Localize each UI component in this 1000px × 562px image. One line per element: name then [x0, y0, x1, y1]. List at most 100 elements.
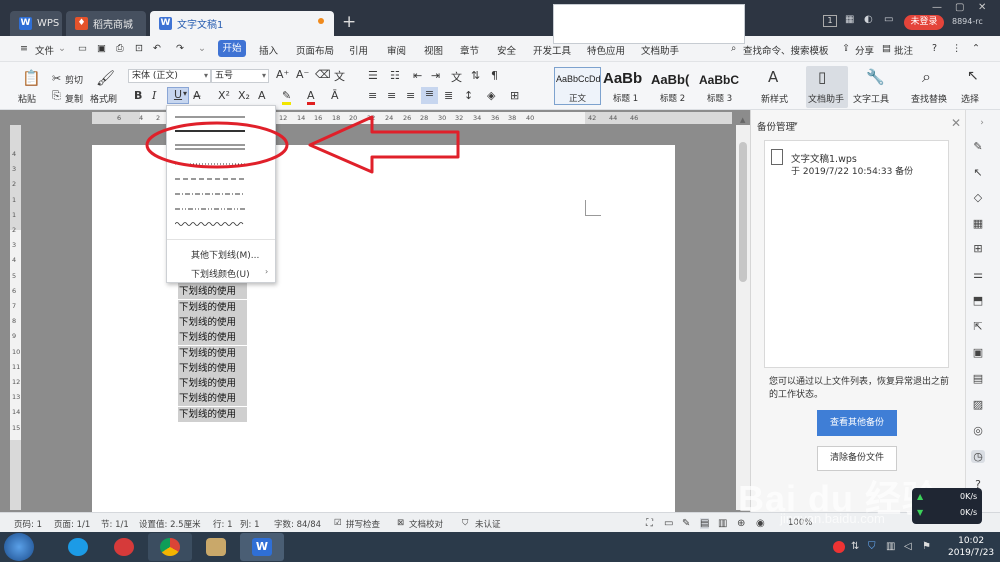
underline-single[interactable]	[175, 114, 245, 120]
shading-icon[interactable]: ◈	[487, 89, 495, 102]
tray-signal-icon[interactable]: ▥	[886, 541, 895, 552]
tab-security[interactable]: 安全	[497, 43, 516, 57]
tab-start[interactable]: 开始	[218, 40, 246, 57]
document-line[interactable]: 下划线的使用	[178, 345, 247, 361]
fullscreen-icon[interactable]: ⛶	[646, 518, 653, 529]
reading-view-icon[interactable]: ▥	[718, 518, 727, 529]
spell-check-button[interactable]: 拼写检查	[346, 518, 380, 530]
style-name[interactable]: 正文	[569, 92, 586, 104]
decrease-indent-icon[interactable]: ⇤	[413, 69, 422, 82]
taskbar-app-chrome[interactable]	[148, 533, 192, 561]
underline-dashed[interactable]	[175, 176, 245, 182]
underline-dash-dot-dot[interactable]	[175, 206, 245, 212]
subscript-button[interactable]: X₂	[238, 89, 250, 102]
certification-status[interactable]: 未认证	[475, 518, 501, 530]
comment-button[interactable]: 批注	[894, 43, 913, 57]
tab-reference[interactable]: 引用	[349, 43, 368, 57]
underline-dash-dot[interactable]	[175, 191, 245, 197]
grid-icon[interactable]: ▦	[845, 14, 854, 25]
frame-icon[interactable]: ▣	[971, 346, 985, 359]
minimize-icon[interactable]: —	[932, 2, 942, 13]
chinese-layout-icon[interactable]: 文	[451, 69, 462, 85]
collapse-ribbon-icon[interactable]: ⌃	[972, 43, 980, 54]
proof-button[interactable]: 文档校对	[409, 518, 443, 530]
paste-icon[interactable]: 📋	[22, 69, 41, 87]
taskbar-app-browser[interactable]	[56, 533, 100, 561]
underline-thick[interactable]	[175, 128, 245, 134]
tab-special[interactable]: 特色应用	[587, 43, 625, 57]
style-name[interactable]: 标题 2	[660, 92, 685, 104]
more-dots-icon[interactable]: ⋮	[952, 43, 962, 54]
tab-view[interactable]: 视图	[424, 43, 443, 57]
clear-backup-button[interactable]: 清除备份文件	[817, 446, 897, 471]
document-line[interactable]: 下划线的使用	[178, 330, 247, 346]
sort-icon[interactable]: ⇅	[471, 69, 480, 82]
close-icon[interactable]: ✕	[951, 116, 961, 130]
text-effect-button[interactable]: A	[258, 89, 266, 102]
align-right-icon[interactable]: ≡	[406, 89, 415, 102]
style-icon[interactable]: ⬒	[971, 294, 985, 307]
taskbar-clock[interactable]: 10:02 2019/7/23	[948, 535, 994, 559]
cut-button[interactable]: 剪切	[65, 73, 83, 86]
pen-icon[interactable]: ✎	[971, 140, 985, 153]
underline-dotted[interactable]	[175, 161, 245, 167]
more-icon[interactable]: ⌄	[198, 43, 206, 54]
document-line[interactable]: 下划线的使用	[178, 360, 247, 376]
select-button[interactable]: 选择	[961, 92, 979, 105]
new-tab-button[interactable]: +	[342, 12, 356, 32]
grid-table-icon[interactable]: ▦	[971, 217, 985, 230]
share-out-icon[interactable]: ⇱	[971, 320, 985, 333]
menu-file[interactable]: 文件	[35, 43, 54, 57]
tab-docer-store[interactable]: ♦ 稻壳商城	[66, 11, 146, 36]
font-name-select[interactable]: 宋体 (正文)	[128, 69, 211, 83]
tab-document[interactable]: W 文字文稿1	[150, 11, 334, 36]
table-icon[interactable]: ⊞	[971, 242, 985, 255]
find-replace-button[interactable]: 查找替换	[911, 92, 947, 105]
show-marks-icon[interactable]: ¶	[491, 69, 498, 82]
skin-icon[interactable]: ◐	[864, 14, 873, 25]
undo-icon[interactable]: ↶	[153, 43, 161, 54]
scroll-up-icon[interactable]: ▲	[740, 116, 745, 124]
backup-file-name[interactable]: 文字文稿1.wps	[791, 151, 857, 165]
clear-format-icon[interactable]: ⌫	[315, 68, 331, 81]
share-button[interactable]: 分享	[855, 43, 874, 57]
command-search[interactable]: 查找命令、搜索模板	[743, 43, 829, 57]
scrollbar-thumb[interactable]	[739, 142, 747, 282]
status-row[interactable]: 行: 1	[213, 518, 232, 530]
bold-button[interactable]: B	[134, 89, 142, 102]
tab-doc-helper[interactable]: 文档助手	[641, 43, 679, 57]
align-left-icon[interactable]: ≡	[368, 89, 377, 102]
login-button[interactable]: 未登录	[904, 15, 944, 30]
tab-review[interactable]: 审阅	[387, 43, 406, 57]
doc-helper-button[interactable]: 文档助手	[808, 92, 844, 105]
tray-flag-icon[interactable]: ⚑	[922, 541, 931, 552]
font-color-button[interactable]: A	[307, 89, 315, 105]
print-icon[interactable]: ⎙	[116, 43, 124, 54]
print-preview-icon[interactable]: ⊡	[135, 43, 143, 54]
tab-wps[interactable]: W WPS	[10, 11, 62, 36]
line-spacing-icon[interactable]: ↕	[464, 89, 473, 102]
outline-view-icon[interactable]: ✎	[682, 518, 690, 529]
panel-title-chevron-icon[interactable]: ▾	[794, 120, 798, 128]
superscript-button[interactable]: X²	[218, 89, 230, 102]
font-size-select[interactable]: 五号	[211, 69, 269, 83]
status-pages[interactable]: 页面: 1/1	[54, 518, 90, 530]
history-icon[interactable]: ◷	[971, 450, 985, 463]
tray-volume-icon[interactable]: ◁	[904, 541, 912, 552]
help-icon[interactable]: ?	[932, 43, 937, 54]
tab-insert[interactable]: 插入	[259, 43, 278, 57]
new-style-button[interactable]: 新样式	[761, 92, 788, 105]
save-icon[interactable]: ▣	[97, 43, 106, 54]
maximize-icon[interactable]: ▢	[955, 2, 964, 13]
tray-antivirus-icon[interactable]	[833, 541, 845, 553]
shrink-font-icon[interactable]: A⁻	[296, 68, 309, 81]
increase-indent-icon[interactable]: ⇥	[431, 69, 440, 82]
document-line[interactable]: 下划线的使用	[178, 406, 247, 422]
distribute-icon[interactable]: ≣	[444, 89, 453, 102]
text-tools-button[interactable]: 文字工具	[853, 92, 889, 105]
style-name[interactable]: 标题 1	[613, 92, 638, 104]
underline-color-item[interactable]: 下划线颜色(U)	[191, 267, 250, 280]
sidebar-collapse-icon[interactable]: ›	[975, 118, 989, 128]
underline-wavy[interactable]	[175, 221, 245, 227]
copy-button[interactable]: 复制	[65, 92, 83, 105]
